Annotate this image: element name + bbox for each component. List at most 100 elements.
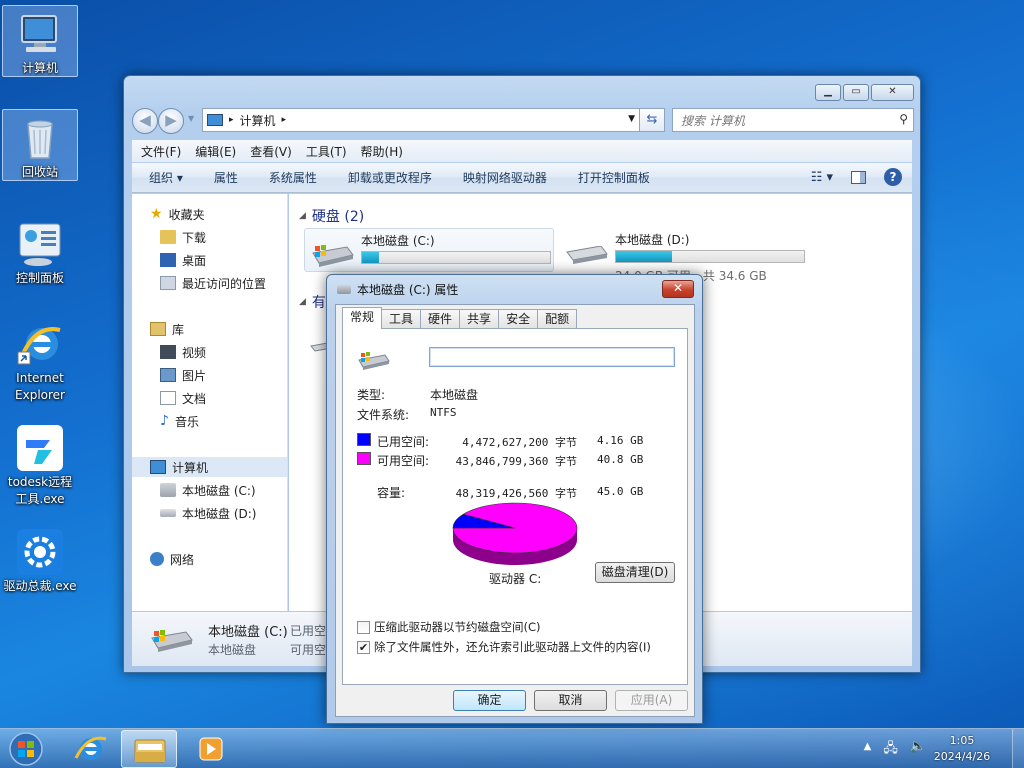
- navigation-pane[interactable]: ★ 收藏夹 下载 桌面 最近访问的位置 库 视频 图片 文档 ♪ 音乐 计算机 …: [132, 194, 288, 611]
- index-content-checkbox[interactable]: ✔: [357, 640, 370, 654]
- forward-button[interactable]: ▶: [158, 108, 184, 134]
- network-icon: [150, 552, 164, 566]
- nav-computer[interactable]: 计算机: [132, 457, 287, 477]
- tab-sharing[interactable]: 共享: [459, 309, 500, 329]
- group-header-hard-disks[interactable]: ◢ 硬盘 (2): [299, 206, 364, 226]
- desktop-icon-internet-explorer[interactable]: Internet Explorer: [2, 316, 78, 404]
- tab-hardware[interactable]: 硬件: [420, 309, 461, 329]
- tab-tools[interactable]: 工具: [381, 309, 422, 329]
- desktop-icon-computer[interactable]: 计算机: [2, 5, 78, 77]
- show-hidden-icons-icon[interactable]: ▲: [864, 741, 872, 761]
- address-bar[interactable]: ▸ 计算机 ▸ ▼: [202, 108, 640, 132]
- nav-libraries[interactable]: 库: [150, 319, 184, 339]
- cancel-button[interactable]: 取消: [534, 690, 607, 711]
- drive-tile-d[interactable]: 本地磁盘 (D:) 24.0 GB 可用，共 34.6 GB: [559, 228, 809, 283]
- details-type: 本地磁盘: [208, 643, 257, 657]
- map-network-drive-button[interactable]: 映射网络驱动器: [463, 169, 547, 186]
- nav-downloads[interactable]: 下载: [160, 227, 206, 247]
- drive-icon: [563, 245, 609, 264]
- drive-title-icon: [337, 285, 351, 294]
- view-buttons: ☷ ▾ ?: [811, 168, 902, 186]
- start-button[interactable]: [6, 730, 46, 768]
- nav-videos[interactable]: 视频: [160, 342, 206, 362]
- volume-icon[interactable]: 🔈: [910, 739, 926, 761]
- desktop-icon-todesk[interactable]: todesk远程工具.exe: [2, 420, 78, 508]
- address-path[interactable]: 计算机: [240, 112, 276, 129]
- properties-button[interactable]: 属性: [214, 169, 238, 186]
- taskbar-explorer[interactable]: [121, 730, 177, 768]
- nav-favorites[interactable]: ★ 收藏夹: [150, 204, 205, 224]
- compress-drive-checkbox-row[interactable]: 压缩此驱动器以节约磁盘空间(C): [357, 619, 541, 635]
- clock[interactable]: 1:05 2024/4/26: [932, 733, 992, 765]
- minimize-button[interactable]: ▁: [815, 84, 841, 101]
- desktop-icon-control-panel[interactable]: 控制面板: [2, 216, 78, 287]
- open-control-panel-button[interactable]: 打开控制面板: [578, 169, 650, 186]
- close-button[interactable]: ✕: [871, 84, 914, 101]
- system-properties-button[interactable]: 系统属性: [269, 169, 317, 186]
- nav-documents[interactable]: 文档: [160, 388, 206, 408]
- tab-quota[interactable]: 配额: [537, 309, 578, 329]
- computer-icon: [16, 10, 64, 58]
- nav-drive-d[interactable]: 本地磁盘 (D:): [160, 503, 256, 523]
- collapse-icon[interactable]: ◢: [299, 211, 306, 221]
- desktop-icon-driver-tool[interactable]: 驱动总裁.exe: [2, 524, 78, 595]
- computer-nav-icon: [150, 460, 166, 474]
- menu-file[interactable]: 文件(F): [141, 143, 181, 160]
- filesystem-row: 文件系统: NTFS: [357, 406, 457, 422]
- search-icon[interactable]: ⚲: [899, 112, 908, 126]
- back-button[interactable]: ◀: [132, 108, 158, 134]
- uninstall-program-button[interactable]: 卸载或更改程序: [348, 169, 432, 186]
- drive-tile-c[interactable]: 本地磁盘 (C:): [304, 228, 554, 272]
- nav-drive-c[interactable]: 本地磁盘 (C:): [160, 480, 256, 500]
- collapse-icon[interactable]: ◢: [299, 297, 306, 307]
- address-dropdown-icon[interactable]: ▼: [628, 114, 635, 124]
- index-content-checkbox-row[interactable]: ✔ 除了文件属性外，还允许索引此驱动器上文件的内容(I): [357, 639, 651, 655]
- refresh-button[interactable]: ⇆: [639, 108, 665, 132]
- nav-recent-places[interactable]: 最近访问的位置: [160, 273, 266, 293]
- group-header-removable[interactable]: ◢ 有: [299, 292, 326, 312]
- used-space-row: 已用空间: 4,472,627,200 字节 4.16 GB: [357, 433, 677, 449]
- desktop-folder-icon: [160, 253, 176, 267]
- nav-music[interactable]: ♪ 音乐: [160, 411, 199, 431]
- separator: [357, 588, 675, 589]
- taskbar-media-player[interactable]: [182, 730, 238, 768]
- organize-button[interactable]: 组织 ▾: [149, 169, 183, 186]
- driver-tool-icon: [16, 528, 64, 576]
- taskbar-internet-explorer[interactable]: [62, 730, 118, 768]
- menu-edit[interactable]: 编辑(E): [195, 143, 236, 160]
- network-status-icon[interactable]: 🖧: [883, 739, 898, 761]
- details-used-label: 已用空: [290, 624, 327, 638]
- nav-pictures[interactable]: 图片: [160, 365, 206, 385]
- compress-drive-checkbox[interactable]: [357, 620, 370, 634]
- drive-c-usage-bar: [361, 251, 551, 264]
- menu-help[interactable]: 帮助(H): [361, 143, 403, 160]
- drive-properties-dialog[interactable]: 本地磁盘 (C:) 属性 ✕ 常规 工具 硬件 共享 安全 配额 类型: 本地磁…: [326, 274, 703, 724]
- drive-d-name: 本地磁盘 (D:): [615, 233, 690, 247]
- menu-view[interactable]: 查看(V): [250, 143, 292, 160]
- downloads-folder-icon: [160, 230, 176, 244]
- volume-label-input[interactable]: [429, 347, 675, 367]
- apply-button[interactable]: 应用(A): [615, 690, 688, 711]
- change-view-icon[interactable]: ☷ ▾: [811, 170, 833, 185]
- ok-button[interactable]: 确定: [453, 690, 526, 711]
- history-dropdown-icon[interactable]: ▼: [188, 114, 194, 123]
- document-library-icon: [160, 391, 176, 405]
- preview-pane-icon[interactable]: [851, 170, 866, 184]
- search-input[interactable]: 搜索 计算机 ⚲: [672, 108, 914, 132]
- menu-tools[interactable]: 工具(T): [306, 143, 347, 160]
- nav-desktop[interactable]: 桌面: [160, 250, 206, 270]
- show-desktop-button[interactable]: [1012, 729, 1024, 768]
- desktop-icon-recycle-bin[interactable]: 回收站: [2, 109, 78, 181]
- maximize-button[interactable]: ▭: [843, 84, 869, 101]
- details-drive-icon: [148, 626, 194, 652]
- disk-cleanup-button[interactable]: 磁盘清理(D): [595, 562, 675, 583]
- nav-network[interactable]: 网络: [150, 549, 194, 569]
- tab-security[interactable]: 安全: [498, 309, 539, 329]
- free-space-swatch: [357, 452, 371, 465]
- dialog-close-button[interactable]: ✕: [662, 280, 694, 298]
- drive-d-usage-bar: [615, 250, 805, 263]
- tab-general[interactable]: 常规: [342, 307, 383, 329]
- folder-icon: [134, 739, 166, 763]
- command-bar: 组织 ▾ 属性 系统属性 卸载或更改程序 映射网络驱动器 打开控制面板 ☷ ▾ …: [132, 163, 912, 193]
- help-icon[interactable]: ?: [884, 168, 902, 186]
